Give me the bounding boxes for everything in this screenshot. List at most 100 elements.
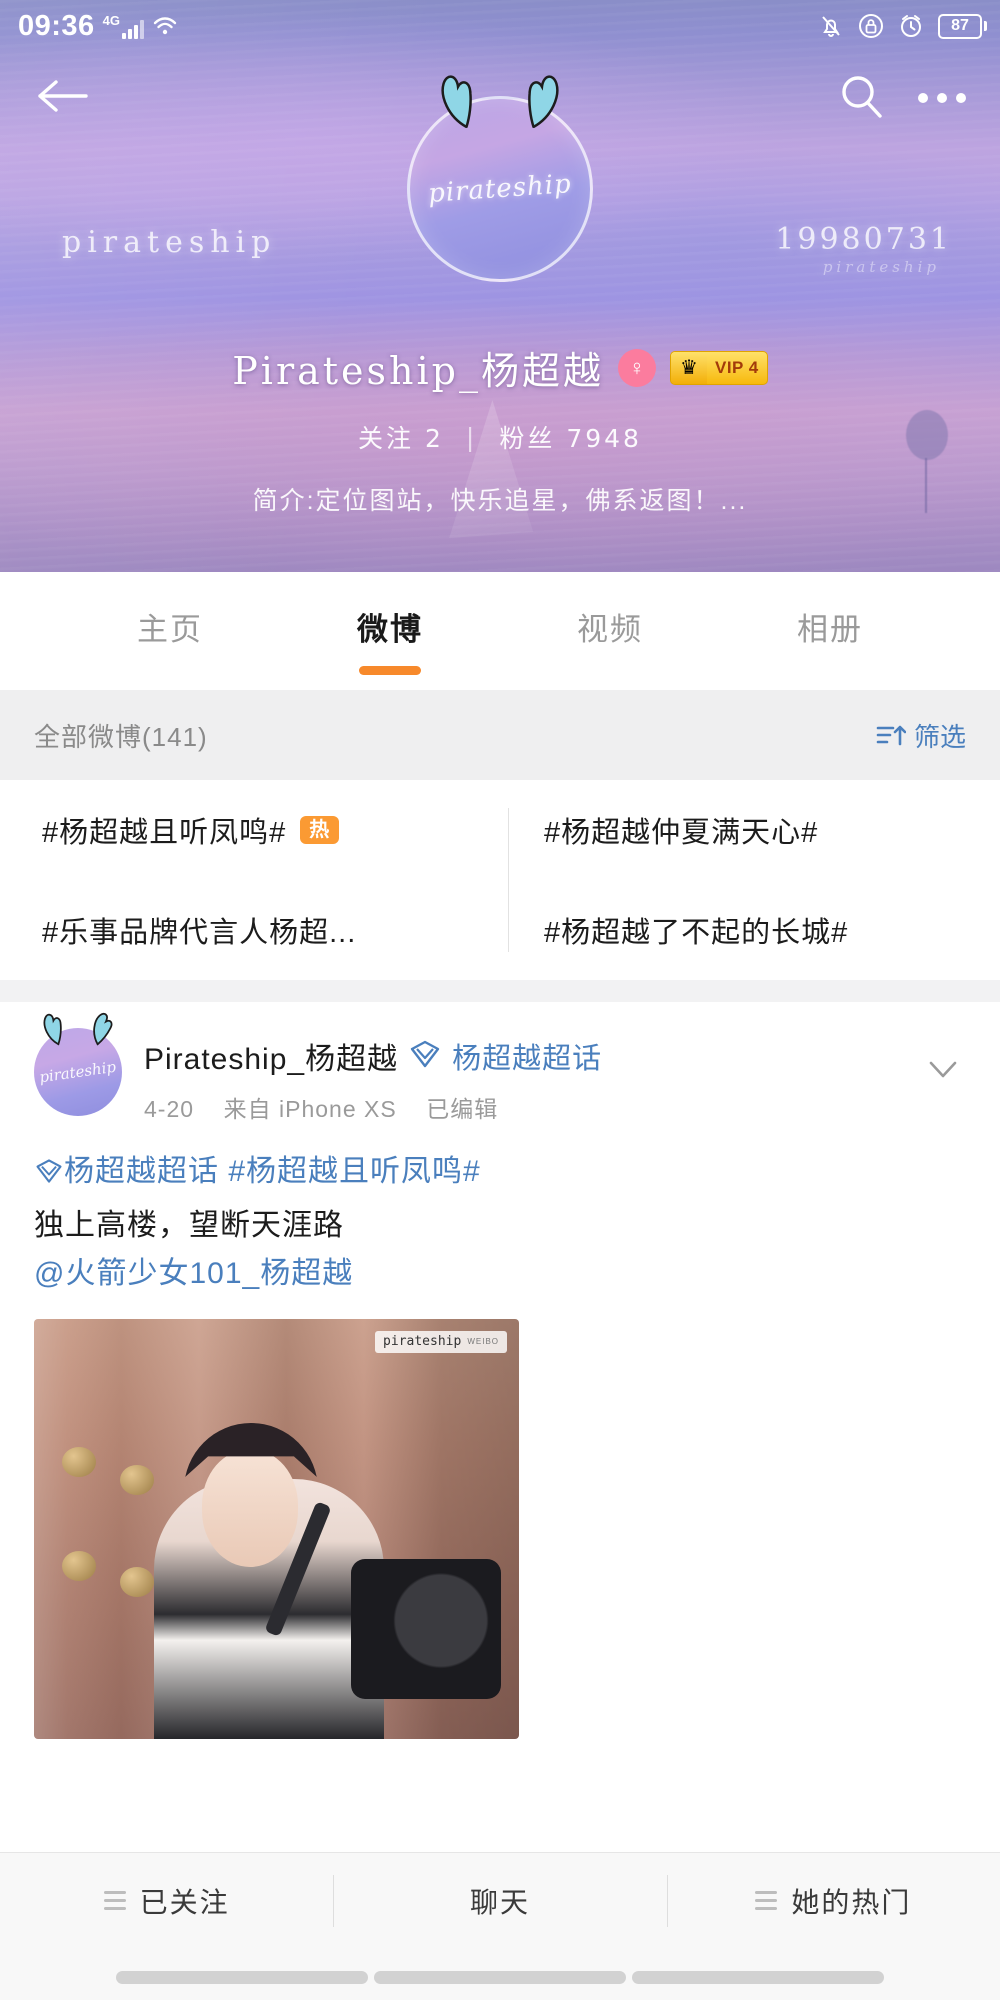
post-image[interactable]: pirateship WEIBO xyxy=(34,1318,519,1739)
wifi-icon xyxy=(152,13,178,39)
post-edited-label: 已编辑 xyxy=(426,1096,499,1122)
banner-word-right-sub: pirateship xyxy=(822,258,940,276)
stats-separator: | xyxy=(465,422,478,452)
network-type-label: 4G xyxy=(102,12,121,28)
post-date: 4-20 xyxy=(144,1096,195,1122)
signal-bars-icon: 4G xyxy=(102,12,145,39)
watermark-text: pirateship xyxy=(383,1333,462,1349)
profile-stats: 关注 2 | 粉丝 7948 xyxy=(0,419,1000,455)
following-count: 2 xyxy=(425,424,444,453)
post-body-topic-text: 杨超越超话 #杨超越且听凤鸣# xyxy=(64,1155,481,1188)
sort-ascending-icon xyxy=(876,722,906,748)
crown-icon: ♛ xyxy=(670,351,707,384)
system-navigation-bar xyxy=(0,1948,1000,2000)
post-avatar-text: pirateship xyxy=(38,1057,118,1087)
post-submeta: 4-20 来自 iPhone XS 已编辑 xyxy=(144,1090,966,1124)
supertopic-diamond-icon xyxy=(408,1037,442,1076)
topic-item-1[interactable]: #杨超越且听凤鸣# 热 xyxy=(0,809,500,851)
tab-video[interactable]: 视频 xyxy=(577,604,643,659)
bottom-her-hot-button[interactable]: 她的热门 xyxy=(666,1853,1000,1949)
profile-intro[interactable]: 简介:定位图站，快乐追星，佛系返图！... xyxy=(0,481,1000,517)
post-avatar[interactable]: pirateship xyxy=(34,1012,122,1116)
topic-label: #杨超越且听凤鸣# xyxy=(42,817,287,849)
profile-tabs: 主页 微博 视频 相册 xyxy=(0,572,1000,690)
status-bar-right: 87 xyxy=(818,13,982,39)
watermark-sub: WEIBO xyxy=(467,1337,499,1347)
post-author-line: Pirateship_杨超越 杨超越超话 xyxy=(144,1034,966,1078)
profile-name-row: Pirateship_杨超越 ♀ ♛ VIP 4 xyxy=(0,340,1000,395)
post-body-mention[interactable]: @火箭少女101_杨超越 xyxy=(34,1250,966,1299)
topic-label: #乐事品牌代言人杨超... xyxy=(42,917,357,949)
banner-word-right: 19980731 xyxy=(775,222,952,257)
list-icon xyxy=(103,1891,126,1910)
filter-label: 筛选 xyxy=(913,721,966,752)
post-avatar-ear-left-icon xyxy=(40,1010,69,1048)
status-bar-left: 09:36 4G xyxy=(18,9,178,42)
status-bar: 09:36 4G 87 xyxy=(0,0,1000,52)
fans-count: 7948 xyxy=(566,424,642,453)
filter-bar: 全部微博(141) 筛选 xyxy=(0,690,1000,780)
page-title: Pirateship_杨超越 xyxy=(232,349,604,393)
status-time: 09:36 xyxy=(18,9,95,42)
fans-label: 粉丝 xyxy=(499,424,556,453)
bottom-chat-label: 聊天 xyxy=(469,1886,530,1918)
profile-info: Pirateship_杨超越 ♀ ♛ VIP 4 关注 2 | 粉丝 7948 xyxy=(0,340,1000,517)
filter-button[interactable]: 筛选 xyxy=(876,717,966,754)
nav-recents-pill[interactable] xyxy=(632,1971,884,1984)
battery-level: 87 xyxy=(938,13,982,39)
post-author-name[interactable]: Pirateship_杨超越 xyxy=(144,1034,398,1078)
topic-item-4[interactable]: #杨超越了不起的长城# xyxy=(500,909,1000,951)
post-card: pirateship Pirateship_杨超越 杨超越超话 4-20 来自 … xyxy=(0,1002,1000,1739)
vip-level-label: VIP 4 xyxy=(714,357,759,377)
topic-item-3[interactable]: #乐事品牌代言人杨超... xyxy=(0,909,500,951)
mute-bell-icon xyxy=(818,13,844,39)
bottom-followed-button[interactable]: 已关注 xyxy=(0,1853,333,1949)
gender-symbol: ♀ xyxy=(628,354,646,380)
gender-badge-icon: ♀ xyxy=(617,348,656,387)
post-topic-line[interactable]: 杨超越超话 #杨超越且听凤鸣# xyxy=(34,1148,966,1202)
following-label: 关注 xyxy=(358,424,415,453)
banner-word-left: pirateship xyxy=(62,225,277,260)
bottom-action-bar: 已关注 聊天 她的热门 xyxy=(0,1852,1000,1948)
back-arrow-icon[interactable] xyxy=(34,76,90,121)
bottom-followed-label: 已关注 xyxy=(139,1886,230,1918)
post-header: pirateship Pirateship_杨超越 杨超越超话 4-20 来自 … xyxy=(34,1012,966,1124)
following-stat[interactable]: 关注 2 xyxy=(358,419,444,455)
bottom-her-hot-label: 她的热门 xyxy=(791,1886,912,1918)
nav-back-pill[interactable] xyxy=(116,1971,368,1984)
post-meta: Pirateship_杨超越 杨超越超话 4-20 来自 iPhone XS 已… xyxy=(144,1028,966,1124)
alarm-clock-icon xyxy=(898,13,924,39)
fans-stat[interactable]: 粉丝 7948 xyxy=(499,419,642,455)
weibo-profile-screen: pirateship 19980731 pirateship pirateshi… xyxy=(0,0,1000,2000)
profile-banner: pirateship 19980731 pirateship pirateshi… xyxy=(0,0,1000,572)
more-dots-icon[interactable] xyxy=(918,93,966,103)
post-content: 杨超越超话 #杨超越且听凤鸣# 独上高楼，望断天涯路 @火箭少女101_杨超越 xyxy=(34,1148,966,1299)
tab-homepage[interactable]: 主页 xyxy=(137,604,203,659)
bottom-chat-button[interactable]: 聊天 xyxy=(333,1853,666,1949)
topic-label: #杨超越了不起的长城# xyxy=(544,917,849,949)
nav-home-pill[interactable] xyxy=(374,1971,626,1984)
weibo-count-label: 全部微博(141) xyxy=(34,721,208,752)
avatar-text: pirateship xyxy=(427,169,573,209)
search-icon[interactable] xyxy=(838,73,884,124)
tab-album[interactable]: 相册 xyxy=(797,604,863,659)
topic-item-2[interactable]: #杨超越仲夏满天心# xyxy=(500,809,1000,851)
topic-grid: #杨超越且听凤鸣# 热 #杨超越仲夏满天心# #乐事品牌代言人杨超... #杨超… xyxy=(0,780,1000,980)
post-supertopic-link[interactable]: 杨超越超话 xyxy=(452,1035,602,1077)
top-nav-bar xyxy=(0,58,1000,138)
post-image-watermark: pirateship WEIBO xyxy=(375,1330,507,1354)
hot-badge: 热 xyxy=(300,816,340,844)
list-icon xyxy=(755,1891,778,1910)
battery-icon: 87 xyxy=(938,13,982,39)
chevron-down-icon[interactable] xyxy=(926,1052,960,1086)
tab-weibo[interactable]: 微博 xyxy=(357,604,423,659)
post-avatar-ear-right-icon xyxy=(88,1010,117,1048)
lock-icon xyxy=(858,13,884,39)
post-image-subject-face xyxy=(202,1448,298,1567)
post-source: 来自 iPhone XS xyxy=(223,1096,397,1122)
top-nav-actions xyxy=(838,73,966,124)
topic-label: #杨超越仲夏满天心# xyxy=(544,817,819,849)
vip-badge[interactable]: ♛ VIP 4 xyxy=(669,350,768,385)
post-image-camera xyxy=(351,1558,501,1699)
post-body-line: 独上高楼，望断天涯路 xyxy=(34,1208,344,1242)
